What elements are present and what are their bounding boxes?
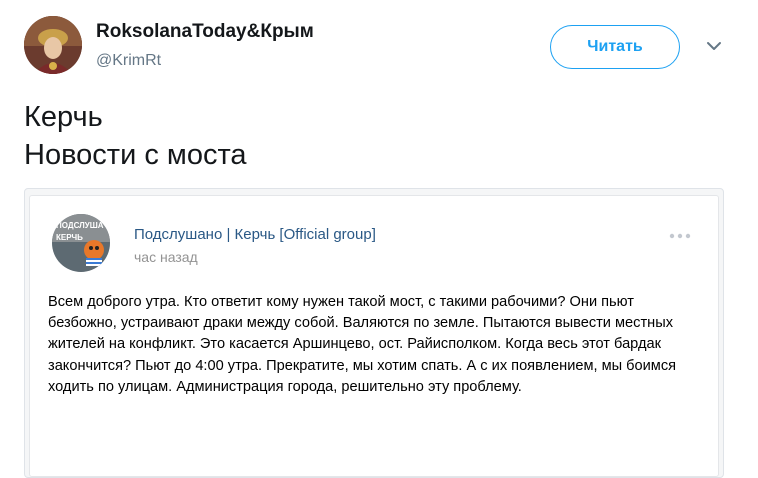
group-name-link: Подслушано | Керчь [Official group] (134, 226, 376, 243)
tweet-text-line: Керчь (24, 101, 103, 133)
follow-button[interactable]: Читать (550, 25, 680, 69)
author-handle[interactable]: @KrimRt (96, 52, 161, 70)
tweet-text-line: Новости с моста (24, 139, 247, 171)
svg-text:ПОДСЛУША: ПОДСЛУША (56, 221, 104, 230)
portrait-image (24, 16, 82, 74)
group-logo-image: ПОДСЛУША КЕРЧЬ (52, 214, 110, 272)
attached-image[interactable]: ПОДСЛУША КЕРЧЬ Подслушано | Керчь [Offic… (24, 188, 724, 478)
post-time: час назад (134, 249, 198, 265)
author-avatar[interactable] (24, 16, 82, 74)
vk-post-card: ПОДСЛУША КЕРЧЬ Подслушано | Керчь [Offic… (29, 195, 719, 477)
more-dots-icon (669, 233, 691, 239)
group-avatar: ПОДСЛУША КЕРЧЬ (52, 214, 110, 272)
chevron-down-icon[interactable] (704, 38, 724, 54)
post-text: Всем доброго утра. Кто ответит кому нуже… (48, 294, 677, 395)
author-name[interactable]: RoksolanaToday&Крым (96, 21, 314, 43)
tweet-text: Керчь Новости с моста (24, 98, 247, 174)
svg-text:КЕРЧЬ: КЕРЧЬ (56, 233, 83, 242)
